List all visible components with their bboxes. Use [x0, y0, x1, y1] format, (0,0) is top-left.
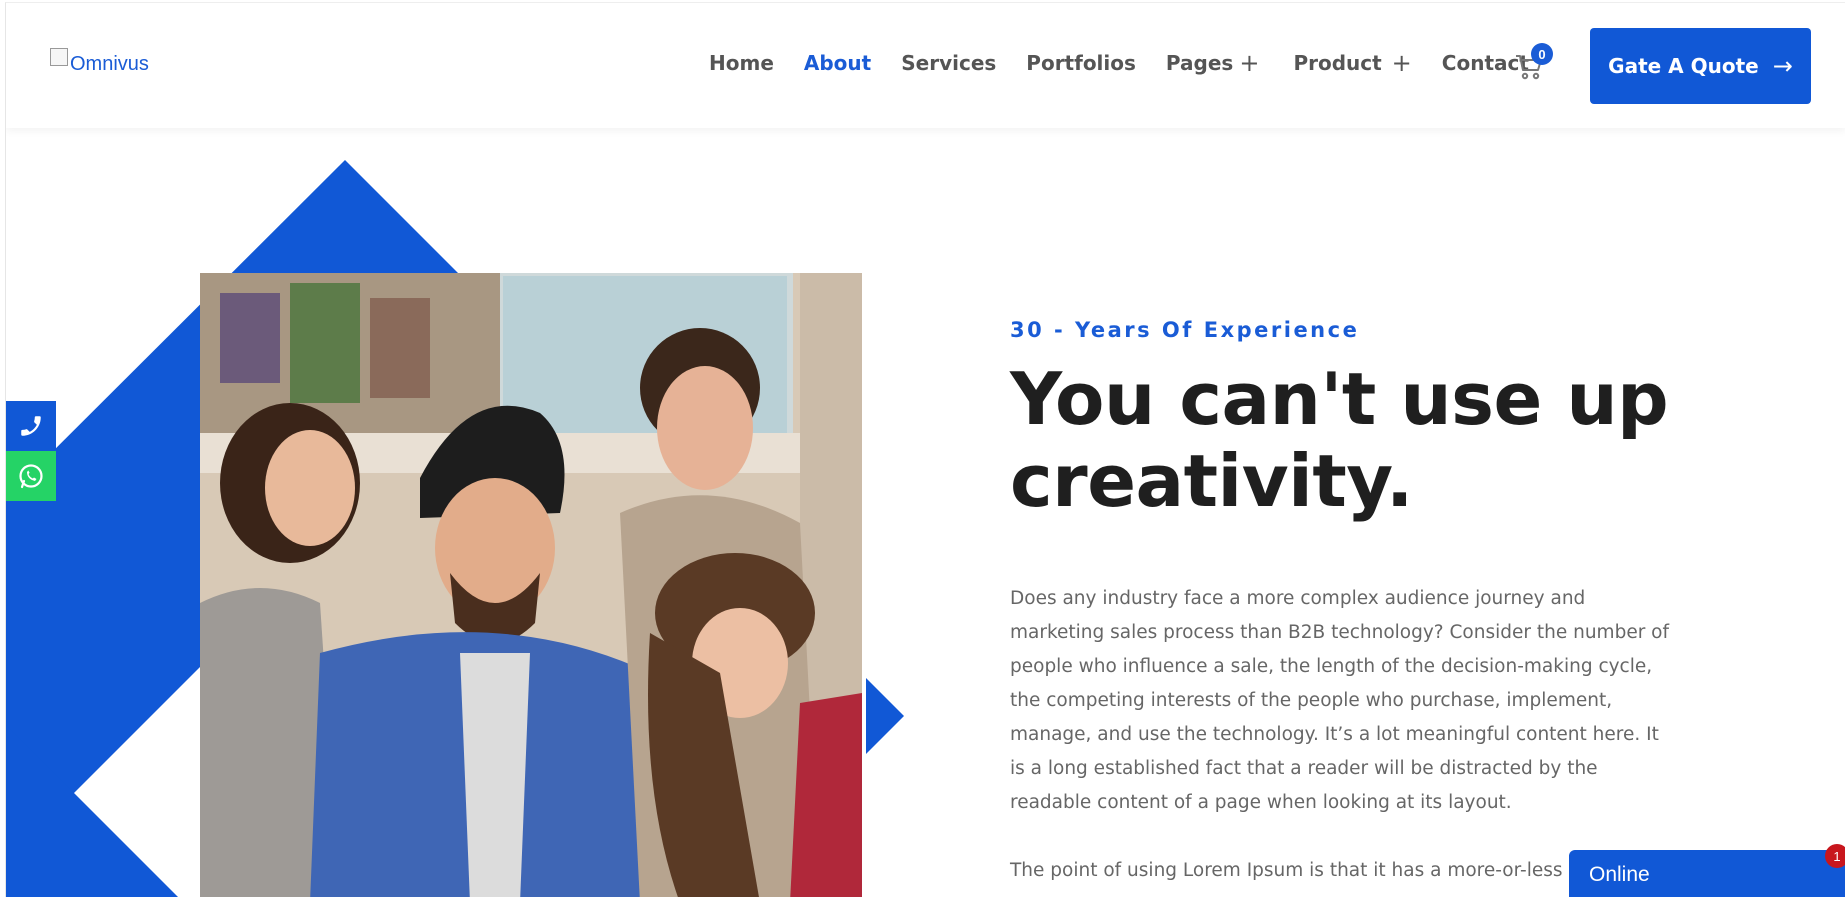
nav-item-services[interactable]: Services	[901, 51, 996, 75]
arrow-right-icon: →	[1772, 52, 1793, 80]
hero-title-line-2: creativity.	[1010, 439, 1413, 523]
whatsapp-button[interactable]	[6, 451, 56, 501]
nav-item-home[interactable]: Home	[709, 51, 774, 75]
get-quote-button[interactable]: Gate A Quote →	[1590, 28, 1811, 104]
online-chat-widget[interactable]: Online 1	[1569, 844, 1845, 897]
nav-item-about[interactable]: About	[804, 51, 871, 75]
team-photo-illustration	[200, 273, 862, 897]
plus-icon: +	[1239, 49, 1260, 77]
nav-item-product[interactable]: Product +	[1293, 51, 1411, 75]
page-frame: Omnivus Home About Services Portfolios P…	[5, 2, 1845, 897]
nav-label: About	[803, 51, 872, 75]
logo[interactable]: Omnivus	[50, 47, 149, 76]
nav-label: Home	[709, 51, 774, 75]
nav-item-pages[interactable]: Pages +	[1166, 51, 1260, 75]
cart-count-badge: 0	[1531, 43, 1553, 65]
nav-label: Portfolios	[1026, 51, 1136, 75]
logo-alt-text: Omnivus	[70, 53, 149, 75]
plus-icon: +	[1391, 49, 1412, 77]
site-header: Omnivus Home About Services Portfolios P…	[6, 3, 1845, 128]
main-nav: Home About Services Portfolios Pages + Pr…	[709, 51, 1559, 75]
cart-button[interactable]: 0	[1514, 43, 1553, 85]
get-quote-label: Gate A Quote	[1608, 54, 1759, 78]
broken-image-icon	[50, 47, 68, 66]
team-photo	[200, 273, 862, 897]
deco-diamond-right	[866, 678, 904, 754]
nav-label: Product	[1293, 51, 1382, 75]
nav-item-portfolios[interactable]: Portfolios	[1026, 51, 1136, 75]
about-content: 30 - Years Of Experience You can't use u…	[1010, 318, 1670, 888]
phone-button[interactable]	[6, 401, 56, 451]
chat-notification-badge: 1	[1825, 844, 1845, 868]
chat-status-label: Online	[1589, 863, 1650, 886]
hero-title-line-1: You can't use up	[1010, 357, 1669, 441]
phone-icon	[21, 416, 41, 436]
nav-label: Services	[901, 51, 997, 75]
experience-subtitle: 30 - Years Of Experience	[1010, 318, 1360, 342]
hero-title: You can't use up creativity.	[1010, 358, 1670, 522]
nav-label: Pages	[1165, 51, 1234, 75]
about-paragraph: Does any industry face a more complex au…	[1010, 588, 1670, 813]
whatsapp-icon	[19, 464, 43, 489]
